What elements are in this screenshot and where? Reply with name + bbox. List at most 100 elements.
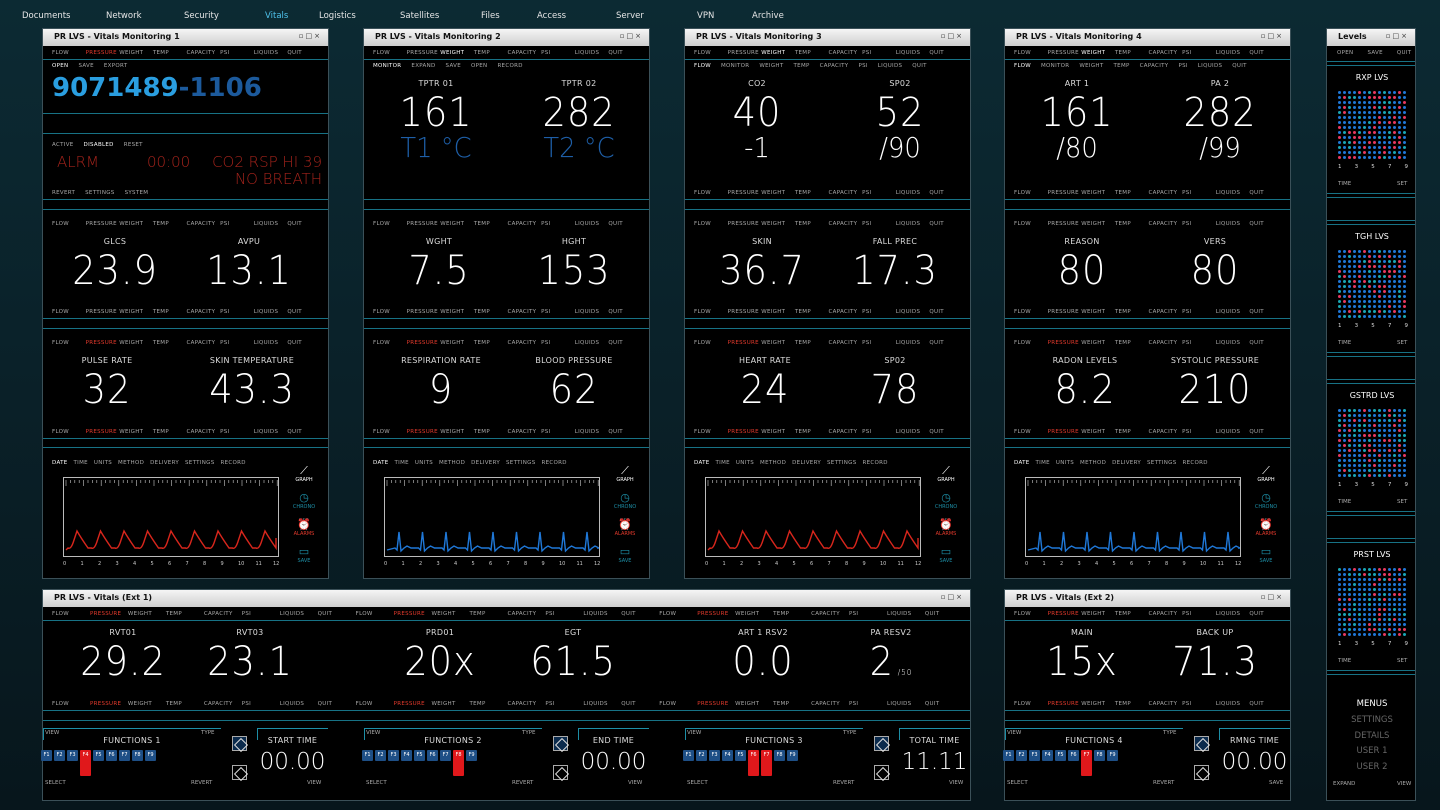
menu-quit[interactable]: QUIT [318, 611, 356, 617]
menu-user-2[interactable]: USER 2 [1327, 760, 1417, 776]
menu-temp[interactable]: TEMP [795, 221, 829, 227]
menu-quit[interactable]: QUIT [925, 701, 963, 707]
menu-delivery[interactable]: DELIVERY [792, 460, 821, 466]
maximize-icon[interactable]: □ [1268, 32, 1277, 40]
time-action-button[interactable]: VIEW [307, 780, 321, 786]
menu-pressure[interactable]: PRESSURE [394, 701, 432, 707]
tool-graph[interactable]: ⟋ GRAPH [291, 465, 317, 484]
menu-flow[interactable]: FLOW [52, 221, 86, 227]
menu-weight[interactable]: WEIGHT [119, 50, 153, 56]
menu-capacity[interactable]: CAPACITY [811, 611, 849, 617]
menu-flow[interactable]: FLOW [1014, 309, 1048, 315]
menu-temp[interactable]: TEMP [1115, 309, 1149, 315]
tool-alarms[interactable]: ⏰ ALARMS [291, 519, 317, 538]
menu-temp[interactable]: TEMP [153, 50, 187, 56]
menu-flow[interactable]: FLOW [1014, 63, 1031, 69]
menu-psi[interactable]: PSI [242, 611, 280, 617]
menu-capacity[interactable]: CAPACITY [507, 611, 545, 617]
graph-plot[interactable] [63, 477, 279, 557]
window-controls[interactable]: ▫□× [620, 32, 643, 40]
menu-record[interactable]: RECORD [863, 460, 888, 466]
menu-capacity[interactable]: CAPACITY [508, 50, 542, 56]
menu-save[interactable]: SAVE [1367, 50, 1382, 56]
function-key-f1[interactable]: F1 [362, 750, 373, 761]
menu-liquids[interactable]: LIQUIDS [254, 50, 288, 56]
menu-liquids[interactable]: LIQUIDS [254, 221, 288, 227]
menu-settings[interactable]: SETTINGS [85, 190, 114, 196]
menu-capacity[interactable]: CAPACITY [829, 309, 863, 315]
menu-weight[interactable]: WEIGHT [119, 429, 153, 435]
menu-flow[interactable]: FLOW [1014, 611, 1048, 617]
levels-grid[interactable] [1338, 568, 1406, 638]
menu-temp[interactable]: TEMP [794, 63, 810, 69]
menu-quit[interactable]: QUIT [621, 701, 659, 707]
menu-quit[interactable]: QUIT [925, 611, 963, 617]
menu-flow[interactable]: FLOW [373, 50, 407, 56]
menu-weight[interactable]: WEIGHT [761, 221, 795, 227]
menu-settings[interactable]: SETTINGS [506, 460, 535, 466]
collapse-icon[interactable] [232, 765, 247, 780]
tool-save[interactable]: ▭ SAVE [933, 546, 959, 565]
menu-quit[interactable]: QUIT [929, 190, 963, 196]
menu-settings[interactable]: SETTINGS [185, 460, 214, 466]
menu-liquids[interactable]: LIQUIDS [1216, 429, 1250, 435]
menu-flow[interactable]: FLOW [52, 429, 86, 435]
menu-method[interactable]: METHOD [760, 460, 786, 466]
menu-pressure[interactable]: PRESSURE [1048, 309, 1082, 315]
menu-capacity[interactable]: CAPACITY [820, 63, 849, 69]
menu-temp[interactable]: TEMP [795, 50, 829, 56]
menu-record[interactable]: RECORD [497, 63, 522, 69]
window-title-bar[interactable]: PR LVS - Vitals (Ext 1) ▫□× [43, 590, 970, 607]
menu-quit[interactable]: QUIT [1249, 50, 1283, 56]
tool-alarms[interactable]: ⏰ ALARMS [1253, 519, 1279, 538]
menu-pressure[interactable]: PRESSURE [86, 221, 120, 227]
menu-open[interactable]: OPEN [52, 63, 68, 69]
menu-capacity[interactable]: CAPACITY [507, 701, 545, 707]
maximize-icon[interactable]: □ [948, 32, 957, 40]
menu-liquids[interactable]: LIQUIDS [575, 309, 609, 315]
menu-flow[interactable]: FLOW [694, 221, 728, 227]
menu-pressure[interactable]: PRESSURE [407, 309, 441, 315]
function-key-f4[interactable]: F4 [1042, 750, 1053, 761]
expand-icon[interactable] [232, 736, 247, 751]
minimize-icon[interactable]: ▫ [1261, 593, 1268, 601]
window-controls[interactable]: ▫□× [1261, 593, 1284, 601]
menu-capacity[interactable]: CAPACITY [1140, 63, 1169, 69]
menu-psi[interactable]: PSI [541, 50, 575, 56]
menu-flow[interactable]: FLOW [373, 429, 407, 435]
menu-psi[interactable]: PSI [858, 63, 867, 69]
function-key-f3[interactable]: F3 [709, 750, 720, 761]
menu-flow[interactable]: FLOW [52, 701, 90, 707]
menu-liquids[interactable]: LIQUIDS [254, 429, 288, 435]
window-controls[interactable]: ▫□× [1386, 32, 1409, 40]
menu-weight[interactable]: WEIGHT [761, 340, 795, 346]
menu-liquids[interactable]: LIQUIDS [254, 340, 288, 346]
menu-temp[interactable]: TEMP [1115, 701, 1149, 707]
tool-chrono[interactable]: ◷ CHRONO [933, 492, 959, 511]
minimize-icon[interactable]: ▫ [299, 32, 306, 40]
menu-psi[interactable]: PSI [220, 309, 254, 315]
collapse-icon[interactable] [553, 765, 568, 780]
close-icon[interactable]: × [1276, 593, 1284, 601]
menu-units[interactable]: UNITS [94, 460, 112, 466]
menu-pressure[interactable]: PRESSURE [1048, 429, 1082, 435]
menu-flow[interactable]: FLOW [1014, 429, 1048, 435]
menu-menus[interactable]: MENUS [1327, 697, 1417, 713]
set-button[interactable]: SET [1397, 340, 1407, 346]
function-key-f8[interactable]: F8 [774, 750, 785, 761]
function-key-f2[interactable]: F2 [375, 750, 386, 761]
maximize-icon[interactable]: □ [1393, 32, 1402, 40]
menu-weight[interactable]: WEIGHT [1081, 701, 1115, 707]
menu-psi[interactable]: PSI [541, 340, 575, 346]
menu-quit[interactable]: QUIT [608, 429, 642, 435]
menu-liquids[interactable]: LIQUIDS [254, 309, 288, 315]
nav-item-security[interactable]: Security [184, 11, 219, 21]
menu-quit[interactable]: QUIT [608, 340, 642, 346]
function-key-f5[interactable]: F5 [93, 750, 104, 761]
graph-plot[interactable] [705, 477, 921, 557]
menu-capacity[interactable]: CAPACITY [811, 701, 849, 707]
time-button[interactable]: TIME [1338, 181, 1351, 187]
menu-psi[interactable]: PSI [541, 221, 575, 227]
menu-flow[interactable]: FLOW [373, 340, 407, 346]
menu-capacity[interactable]: CAPACITY [204, 611, 242, 617]
